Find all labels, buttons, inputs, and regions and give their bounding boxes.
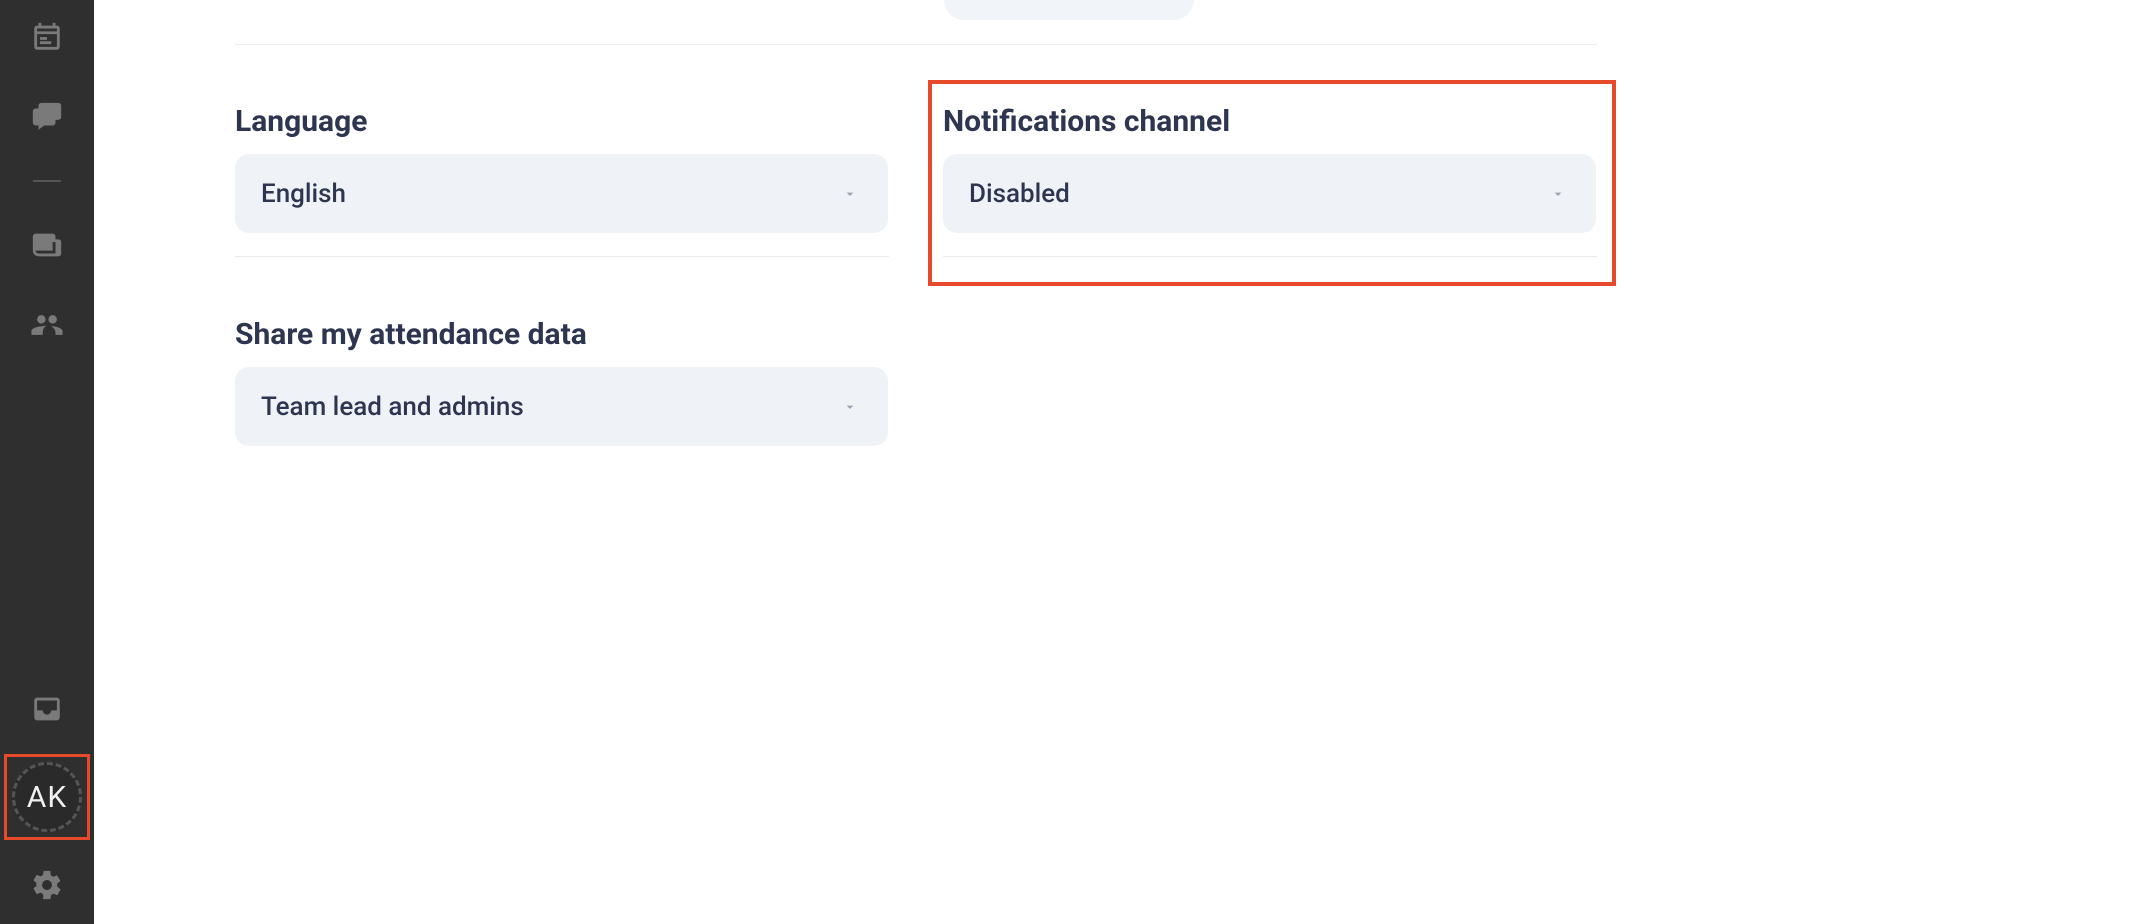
- chevron-down-icon: [1550, 179, 1566, 209]
- notifications-select[interactable]: Disabled: [943, 154, 1596, 233]
- inbox-icon[interactable]: [30, 692, 64, 726]
- notifications-label: Notifications channel: [943, 104, 1230, 139]
- share-attendance-value: Team lead and admins: [261, 392, 524, 422]
- share-attendance-select[interactable]: Team lead and admins: [235, 367, 888, 446]
- gear-icon[interactable]: [30, 868, 64, 902]
- chevron-down-icon: [842, 392, 858, 422]
- chevron-down-icon: [842, 179, 858, 209]
- avatar-highlight: AK: [4, 754, 90, 840]
- share-attendance-label: Share my attendance data: [235, 317, 587, 352]
- users-icon[interactable]: [30, 308, 64, 342]
- language-label: Language: [235, 104, 367, 139]
- language-select[interactable]: English: [235, 154, 888, 233]
- avatar-initials: AK: [27, 780, 67, 815]
- pill-remnant: [944, 0, 1194, 20]
- sidebar-separator: [33, 180, 61, 182]
- divider-mid-left: [235, 256, 889, 257]
- divider-top: [235, 44, 1597, 45]
- sidebar-top: [30, 20, 64, 342]
- calendar-icon[interactable]: [30, 20, 64, 54]
- main-content: Language English Notifications channel D…: [94, 0, 2154, 924]
- divider-mid-right: [943, 256, 1597, 257]
- language-value: English: [261, 179, 346, 209]
- sidebar-bottom: AK: [4, 692, 90, 902]
- sidebar: AK: [0, 0, 94, 924]
- news-icon[interactable]: [30, 228, 64, 262]
- chat-icon[interactable]: [30, 100, 64, 134]
- avatar[interactable]: AK: [12, 762, 82, 832]
- notifications-value: Disabled: [969, 179, 1070, 209]
